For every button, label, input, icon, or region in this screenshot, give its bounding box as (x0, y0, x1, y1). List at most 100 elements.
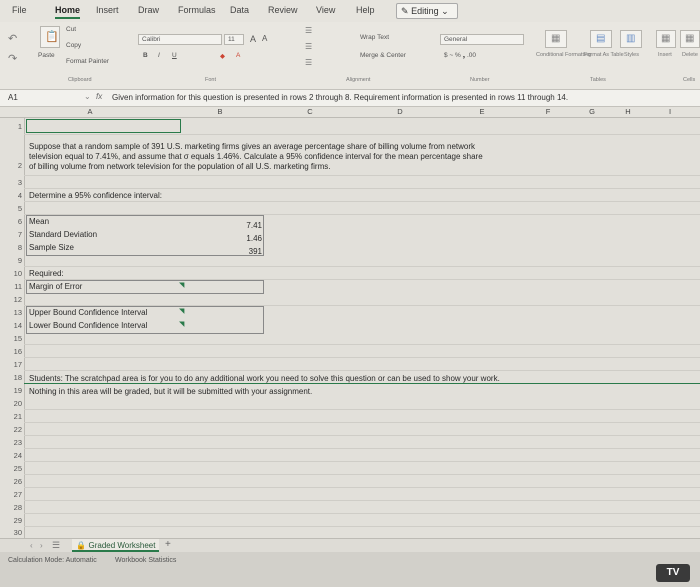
tab-insert[interactable]: Insert (96, 5, 119, 15)
sample-size-value[interactable]: 391 (232, 247, 262, 256)
align-left-icon[interactable]: ☰ (305, 42, 312, 51)
column-f-header[interactable]: F (528, 107, 568, 116)
bold-button[interactable]: B (143, 52, 148, 59)
name-box[interactable]: A1 (8, 93, 18, 102)
tab-file[interactable]: File (12, 5, 27, 15)
column-c-header[interactable]: C (290, 107, 330, 116)
row-number[interactable]: 4 (0, 191, 24, 200)
align-top-icon[interactable]: ☰ (305, 26, 312, 35)
row-number[interactable]: 23 (0, 438, 24, 447)
grow-font-button[interactable]: A (250, 34, 256, 44)
row-number[interactable]: 10 (0, 269, 24, 278)
column-b-header[interactable]: B (200, 107, 240, 116)
row-number[interactable]: 21 (0, 412, 24, 421)
row-number[interactable]: 27 (0, 490, 24, 499)
row-number[interactable]: 15 (0, 334, 24, 343)
tab-help[interactable]: Help (356, 5, 375, 15)
column-h-header[interactable]: H (608, 107, 648, 116)
italic-button[interactable]: I (158, 52, 160, 59)
format-painter-button[interactable]: Format Painter (66, 58, 109, 65)
wrap-text-button[interactable]: Wrap Text (360, 34, 389, 41)
row-number[interactable]: 5 (0, 204, 24, 213)
row-number[interactable]: 28 (0, 503, 24, 512)
row-number[interactable]: 26 (0, 477, 24, 486)
sample-size-label[interactable]: Sample Size (29, 243, 74, 252)
row-number[interactable]: 3 (0, 178, 24, 187)
std-dev-label[interactable]: Standard Deviation (29, 230, 97, 239)
row-number[interactable]: 12 (0, 295, 24, 304)
row-number[interactable]: 13 (0, 308, 24, 317)
row-number[interactable]: 11 (0, 282, 24, 291)
determine-label[interactable]: Determine a 95% confidence interval: (29, 191, 162, 200)
formula-input[interactable]: Given information for this question is p… (112, 93, 568, 102)
undo-icon[interactable]: ↶ (8, 32, 17, 45)
row-number[interactable]: 17 (0, 360, 24, 369)
upper-bound-label[interactable]: Upper Bound Confidence Interval (29, 308, 147, 317)
required-label[interactable]: Required: (29, 269, 64, 278)
paste-button[interactable]: 📋 (40, 26, 60, 48)
row-number[interactable]: 16 (0, 347, 24, 356)
font-color-button[interactable]: A (236, 52, 240, 59)
shrink-font-button[interactable]: A (262, 34, 267, 43)
tab-formulas[interactable]: Formulas (178, 5, 216, 15)
row-number[interactable]: 9 (0, 256, 24, 265)
sheet-list-icon[interactable]: ☰ (52, 540, 60, 551)
row-number[interactable]: 29 (0, 516, 24, 525)
mean-value[interactable]: 7.41 (232, 221, 262, 230)
question-text-line-2[interactable]: television equal to 7.41%, and assume th… (29, 152, 483, 161)
tab-draw[interactable]: Draw (138, 5, 159, 15)
indent-icon[interactable]: ☰ (305, 58, 312, 67)
column-a-header[interactable]: A (70, 107, 110, 116)
function-icon[interactable]: fx (96, 92, 102, 101)
tab-home[interactable]: Home (55, 5, 81, 19)
row-number[interactable]: 24 (0, 451, 24, 460)
number-format-select[interactable]: General (440, 34, 524, 45)
std-dev-value[interactable]: 1.46 (232, 234, 262, 243)
editing-mode-button[interactable]: ✎ Editing ⌄ (396, 3, 458, 19)
copy-button[interactable]: Copy (66, 42, 81, 49)
lower-bound-label[interactable]: Lower Bound Confidence Interval (29, 321, 147, 330)
conditional-formatting-button[interactable]: ▦ (545, 30, 567, 48)
underline-button[interactable]: U (172, 52, 177, 59)
row-number[interactable]: 1 (0, 122, 24, 131)
row-number[interactable]: 6 (0, 217, 24, 226)
add-sheet-button[interactable]: + (165, 539, 171, 550)
selected-cell-a1[interactable] (26, 119, 181, 133)
row-number[interactable]: 14 (0, 321, 24, 330)
chevron-down-icon[interactable]: ⌄ (84, 92, 91, 101)
row-number[interactable]: 25 (0, 464, 24, 473)
question-text-line-1[interactable]: Suppose that a random sample of 391 U.S.… (29, 142, 475, 151)
merge-center-button[interactable]: Merge & Center (360, 52, 406, 59)
font-name-select[interactable]: Calibri (138, 34, 222, 45)
cut-button[interactable]: Cut (66, 26, 76, 33)
row-number[interactable]: 19 (0, 386, 24, 395)
fill-color-icon[interactable]: ◆ (220, 52, 225, 60)
row-number[interactable]: 8 (0, 243, 24, 252)
row-number[interactable]: 18 (0, 373, 24, 382)
mean-label[interactable]: Mean (29, 217, 49, 226)
scratchpad-note-line-2[interactable]: Nothing in this area will be graded, but… (29, 387, 312, 396)
worksheet-grid[interactable]: 1 2 3 4 5 6 7 8 9 10 11 12 13 14 15 16 1… (0, 118, 700, 538)
workbook-statistics-button[interactable]: Workbook Statistics (115, 557, 176, 564)
sheet-tab-graded-worksheet[interactable]: 🔒 Graded Worksheet (72, 539, 160, 552)
row-number[interactable]: 20 (0, 399, 24, 408)
row-number[interactable]: 7 (0, 230, 24, 239)
question-text-line-3[interactable]: of billing volume from network televisio… (29, 162, 330, 171)
currency-format-button[interactable]: $ ~ % ❟ .00 (444, 52, 476, 60)
row-number[interactable]: 22 (0, 425, 24, 434)
row-number[interactable]: 30 (0, 528, 24, 537)
cell-styles-button[interactable]: ▥ (620, 30, 642, 48)
previous-sheet-icon[interactable]: ‹ (30, 541, 33, 550)
font-size-select[interactable]: 11 (224, 34, 244, 45)
scratchpad-note-line-1[interactable]: Students: The scratchpad area is for you… (29, 374, 500, 383)
row-number[interactable]: 2 (0, 161, 24, 170)
column-g-header[interactable]: G (572, 107, 612, 116)
margin-of-error-label[interactable]: Margin of Error (29, 282, 82, 291)
redo-icon[interactable]: ↷ (8, 52, 17, 65)
format-as-table-button[interactable]: ▤ (590, 30, 612, 48)
column-e-header[interactable]: E (462, 107, 502, 116)
tab-view[interactable]: View (316, 5, 335, 15)
tab-data[interactable]: Data (230, 5, 249, 15)
column-i-header[interactable]: I (650, 107, 690, 116)
column-d-header[interactable]: D (380, 107, 420, 116)
